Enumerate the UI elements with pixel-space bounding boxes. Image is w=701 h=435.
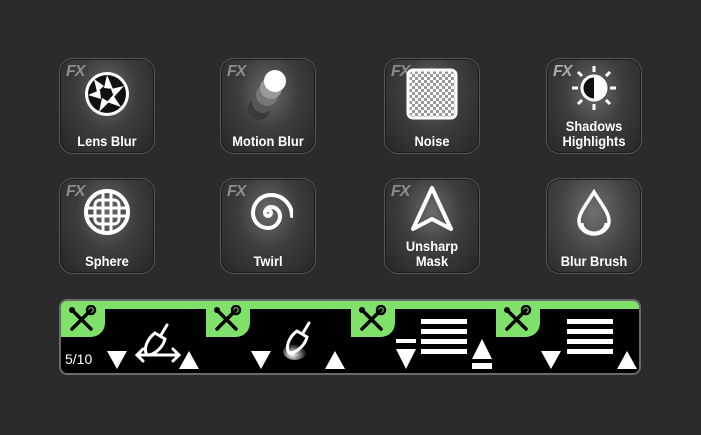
- tile-label-line-2: Mask: [415, 253, 449, 269]
- tile-label-line-1: Unsharp: [405, 238, 459, 254]
- sharpen-triangle-icon: [411, 186, 453, 231]
- tools-tab[interactable]: [496, 301, 540, 337]
- move-up-icon[interactable]: [471, 339, 493, 369]
- decrease-triangle-icon[interactable]: [251, 351, 271, 369]
- checkerboard-icon: [406, 68, 458, 120]
- tile-label: Shadows Highlights: [551, 119, 637, 149]
- spiral-icon: [250, 192, 293, 231]
- brush-softness-icon: [283, 321, 311, 360]
- page-counter: 5/10: [65, 351, 93, 367]
- tools-tab[interactable]: [351, 301, 395, 337]
- increase-triangle-icon[interactable]: [179, 351, 199, 369]
- sphere-icon: [84, 189, 130, 235]
- strip-accent-bar: [61, 301, 639, 309]
- half-sun-icon: [572, 66, 616, 110]
- noise-tile[interactable]: FX Noise: [384, 58, 480, 154]
- fx-badge: FX: [391, 183, 410, 200]
- twirl-tile[interactable]: FX Twirl: [220, 178, 316, 274]
- tools-tab[interactable]: [206, 301, 250, 337]
- tools-icon: [214, 305, 242, 331]
- layers-stack-icon: [567, 319, 613, 354]
- layers-stack-icon: [421, 319, 467, 354]
- unsharp-mask-tile[interactable]: FX Unsharp Mask: [384, 178, 480, 274]
- tile-label: Motion Blur: [232, 133, 304, 149]
- drop-icon: [577, 189, 611, 236]
- fx-badge: FX: [553, 63, 572, 80]
- increase-triangle-icon[interactable]: [617, 351, 637, 369]
- motion-blur-icon: [248, 70, 286, 120]
- aperture-icon: [85, 72, 129, 116]
- brush-settings-strip: 5/10: [59, 299, 641, 375]
- tile-label-line-2: Highlights: [562, 133, 626, 149]
- lens-blur-tile[interactable]: FX Lens Blur: [59, 58, 155, 154]
- blur-brush-tile[interactable]: Blur Brush: [546, 178, 642, 274]
- motion-blur-tile[interactable]: FX Motion Blur: [220, 58, 316, 154]
- shadows-highlights-tile[interactable]: FX Shadows Highlights: [546, 58, 642, 154]
- tools-icon: [69, 305, 97, 331]
- decrease-triangle-icon[interactable]: [541, 351, 561, 369]
- tile-label: Twirl: [253, 253, 283, 269]
- tools-icon: [504, 305, 532, 331]
- tile-label: Blur Brush: [560, 253, 628, 269]
- tools-tab[interactable]: [61, 301, 105, 337]
- sphere-tile[interactable]: FX Sphere: [59, 178, 155, 274]
- decrease-triangle-icon[interactable]: [107, 351, 127, 369]
- move-down-icon[interactable]: [395, 339, 417, 369]
- tile-label: Noise: [414, 133, 450, 149]
- tile-label: Sphere: [85, 253, 129, 269]
- increase-triangle-icon[interactable]: [325, 351, 345, 369]
- tile-label: Unsharp Mask: [389, 239, 475, 269]
- tile-label: Lens Blur: [77, 133, 137, 149]
- tile-label-line-1: Shadows: [565, 118, 623, 134]
- brush-size-icon: [134, 323, 182, 363]
- tools-icon: [359, 305, 387, 331]
